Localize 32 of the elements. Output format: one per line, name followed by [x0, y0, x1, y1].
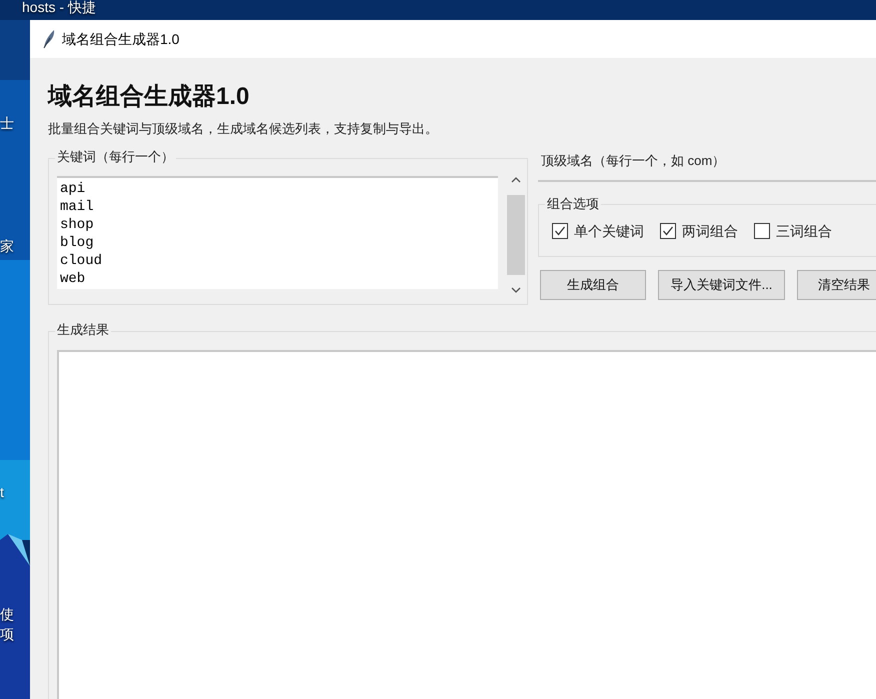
check-icon [662, 225, 674, 237]
scrollbar[interactable] [507, 176, 525, 294]
results-label: 生成结果 [55, 321, 111, 339]
action-button[interactable]: 导入关键词文件... [658, 270, 785, 300]
keyword-line: api [60, 180, 86, 198]
option-checkbox[interactable]: 两词组合 [660, 222, 738, 240]
options-label: 组合选项 [545, 195, 601, 213]
app-heading: 域名组合生成器1.0 [48, 82, 250, 112]
keyword-line: mail [60, 198, 95, 216]
check-icon [554, 225, 566, 237]
scroll-down-icon[interactable] [511, 286, 521, 294]
scroll-up-icon[interactable] [511, 176, 521, 184]
window-title: 域名组合生成器1.0 [62, 30, 180, 48]
action-button[interactable]: 清空结果 [797, 270, 876, 300]
keyword-line: blog [60, 234, 95, 252]
desktop-icon-label[interactable]: 使 [0, 607, 14, 622]
desktop-icon-label[interactable]: hosts - 快捷 [22, 0, 96, 15]
feather-icon [42, 29, 56, 49]
keyword-line: web [60, 270, 86, 288]
scrollbar-thumb[interactable] [507, 195, 525, 275]
desktop-icon-label[interactable]: 项 [0, 627, 14, 642]
option-checkbox[interactable]: 单个关键词 [552, 222, 644, 240]
desktop-icon-label[interactable]: 家 [0, 239, 14, 254]
tld-label: 顶级域名（每行一个，如 com） [540, 152, 726, 170]
keywords-text-area[interactable]: api mail shop blog cloud web [57, 176, 498, 289]
option-checkbox[interactable]: 三词组合 [754, 222, 832, 240]
keyword-line: shop [60, 216, 95, 234]
keywords-label: 关键词（每行一个） [55, 148, 176, 166]
desktop-icon-label[interactable]: 士 [0, 116, 14, 131]
keyword-line: cloud [60, 252, 104, 270]
app-subtitle: 批量组合关键词与顶级域名，生成域名候选列表，支持复制与导出。 [48, 120, 439, 138]
action-button[interactable]: 生成组合 [540, 270, 646, 300]
